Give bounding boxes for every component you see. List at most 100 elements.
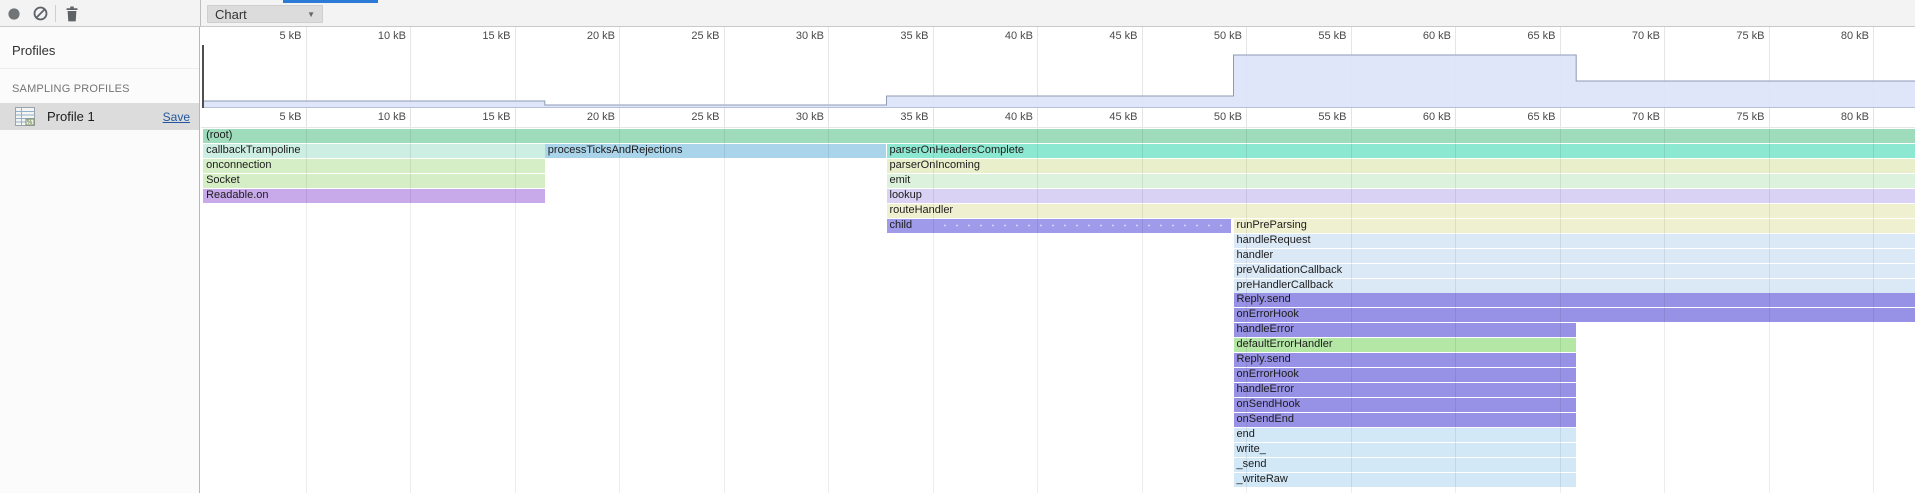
ruler-tick-label: 45 kB	[1082, 111, 1138, 123]
flame-frame[interactable]: parserOnHeadersComplete	[887, 144, 1915, 158]
gridline	[306, 108, 307, 127]
ruler-tick-label: 20 kB	[559, 30, 615, 42]
gridline	[1664, 128, 1665, 493]
ruler-tick-label: 80 kB	[1813, 30, 1869, 42]
gridline	[1873, 128, 1874, 493]
profile-name: Profile 1	[47, 109, 163, 124]
ruler-tick-label: 55 kB	[1291, 30, 1347, 42]
overview-window-left-grip[interactable]	[202, 45, 204, 108]
toolbar-separator	[55, 5, 56, 22]
toolbar: Chart ▼	[0, 0, 1915, 27]
flame-frame[interactable]: callbackTrampoline	[203, 144, 545, 158]
flame-frame[interactable]: onErrorHook	[1234, 368, 1577, 382]
flame-frame[interactable]: processTicksAndRejections	[545, 144, 887, 158]
gridline	[1560, 128, 1561, 493]
ruler-tick-label: 15 kB	[455, 30, 511, 42]
estimated-region-pattern	[939, 221, 1230, 231]
flame-frame[interactable]: end	[1234, 428, 1577, 442]
svg-text:%: %	[27, 120, 33, 126]
gridline	[1351, 128, 1352, 493]
chart-view-select-label: Chart	[208, 7, 307, 22]
ruler-tick-label: 50 kB	[1186, 111, 1242, 123]
ruler-tick-label: 45 kB	[1082, 30, 1138, 42]
flame-frame[interactable]: routeHandler	[887, 204, 1915, 218]
ruler-tick-label: 35 kB	[873, 30, 929, 42]
gridline	[410, 108, 411, 127]
flame-frame[interactable]: emit	[887, 174, 1915, 188]
gridline	[1769, 128, 1770, 493]
sidebar-item-profile-1[interactable]: % Profile 1 Save	[0, 103, 199, 130]
clear-profiles-button[interactable]	[29, 3, 51, 24]
chevron-down-icon: ▼	[307, 10, 322, 19]
record-button[interactable]	[3, 3, 25, 24]
flame-frame[interactable]: handleRequest	[1234, 234, 1915, 248]
gridline	[1351, 108, 1352, 127]
gridline	[1560, 108, 1561, 127]
ruler-tick-label: 55 kB	[1291, 111, 1347, 123]
flame-frame[interactable]: lookup	[887, 189, 1915, 203]
ruler-tick-label: 5 kB	[246, 30, 302, 42]
flame-frame[interactable]: runPreParsing	[1234, 219, 1915, 233]
gridline	[1142, 128, 1143, 493]
flame-frame[interactable]: parserOnIncoming	[887, 159, 1915, 173]
ruler-tick-label: 65 kB	[1500, 111, 1556, 123]
delete-profile-button[interactable]	[61, 3, 83, 24]
flame-frame[interactable]: onSendHook	[1234, 398, 1577, 412]
gridline	[724, 128, 725, 493]
trash-icon	[65, 6, 79, 22]
flame-frame[interactable]: Readable.on	[203, 189, 545, 203]
flame-frame[interactable]: child	[887, 219, 1232, 233]
chart-main: 5 kB10 kB15 kB20 kB25 kB30 kB35 kB40 kB4…	[201, 27, 1915, 493]
ruler-tick-label: 75 kB	[1709, 30, 1765, 42]
chart-view-select[interactable]: Chart ▼	[207, 5, 323, 23]
ruler-tick-label: 25 kB	[664, 30, 720, 42]
ruler-tick-label: 70 kB	[1604, 30, 1660, 42]
flame-chart: (root)callbackTrampolineprocessTicksAndR…	[201, 128, 1915, 493]
gridline	[1455, 108, 1456, 127]
flame-frame[interactable]: handleError	[1234, 323, 1577, 337]
flame-frame[interactable]: write_	[1234, 443, 1577, 457]
flame-frame[interactable]: Reply.send	[1234, 293, 1915, 307]
ruler-tick-label: 75 kB	[1709, 111, 1765, 123]
gridline	[1664, 108, 1665, 127]
clear-icon	[33, 6, 48, 21]
flame-frame[interactable]: onconnection	[203, 159, 545, 173]
flame-frame[interactable]: Reply.send	[1234, 353, 1577, 367]
ruler-tick-label: 60 kB	[1395, 30, 1451, 42]
ruler-tick-label: 50 kB	[1186, 30, 1242, 42]
ruler-tick-label: 30 kB	[768, 30, 824, 42]
ruler-tick-label: 15 kB	[455, 111, 511, 123]
gridline	[933, 108, 934, 127]
gridline	[1455, 128, 1456, 493]
profile-icon: %	[15, 107, 35, 126]
flame-frame[interactable]: Socket	[203, 174, 545, 188]
flame-frame[interactable]: _writeRaw	[1234, 473, 1577, 487]
allocation-overview-pane[interactable]: 5 kB10 kB15 kB20 kB25 kB30 kB35 kB40 kB4…	[201, 27, 1915, 108]
gridline	[1246, 108, 1247, 127]
flame-frame[interactable]: preHandlerCallback	[1234, 279, 1915, 293]
flame-frame[interactable]: defaultErrorHandler	[1234, 338, 1577, 352]
gridline	[1769, 108, 1770, 127]
flame-frame[interactable]: _send	[1234, 458, 1577, 472]
gridline	[1142, 108, 1143, 127]
ruler-tick-label: 40 kB	[977, 111, 1033, 123]
gridline	[933, 128, 934, 493]
ruler-tick-label: 20 kB	[559, 111, 615, 123]
save-link[interactable]: Save	[163, 110, 190, 124]
gridline	[1037, 128, 1038, 493]
flame-frame[interactable]: onErrorHook	[1234, 308, 1915, 322]
panel-divider	[200, 0, 201, 26]
flame-frame[interactable]: handler	[1234, 249, 1915, 263]
ruler-tick-label: 70 kB	[1604, 111, 1660, 123]
ruler-tick-label: 60 kB	[1395, 111, 1451, 123]
gridline	[515, 108, 516, 127]
ruler-tick-label: 35 kB	[873, 111, 929, 123]
flame-frame[interactable]: (root)	[203, 129, 1915, 143]
flame-frame[interactable]: preValidationCallback	[1234, 264, 1915, 278]
sampling-profiles-heading: SAMPLING PROFILES	[0, 69, 199, 103]
flame-frame[interactable]: onSendEnd	[1234, 413, 1577, 427]
flame-chart-ruler: 5 kB10 kB15 kB20 kB25 kB30 kB35 kB40 kB4…	[201, 108, 1915, 128]
ruler-tick-label: 30 kB	[768, 111, 824, 123]
flame-frame[interactable]: handleError	[1234, 383, 1577, 397]
selected-tab-indicator	[283, 0, 378, 3]
